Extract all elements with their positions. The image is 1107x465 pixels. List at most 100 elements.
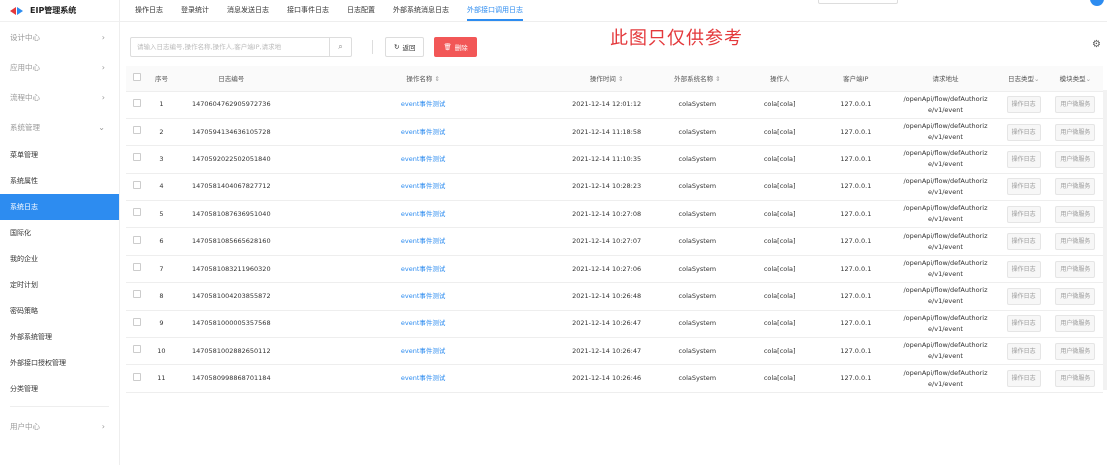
tab-message-log[interactable]: 消息发送日志 xyxy=(218,0,278,21)
cell-index: 1 xyxy=(148,91,174,119)
menu-group-label: 应用中心 xyxy=(10,62,40,72)
sidebar-item-category[interactable]: 分类管理 xyxy=(0,376,119,402)
return-button[interactable]: ↻ 返回 xyxy=(385,37,425,57)
row-checkbox[interactable] xyxy=(133,290,142,299)
cell-op-time: 2021-12-14 10:26:47 xyxy=(557,310,656,339)
table-row[interactable]: 8 1470581004203855872 event事件测试 2021-12-14 … xyxy=(126,282,1103,311)
table-row[interactable]: 4 1470581404067827712 event事件测试 2021-12-14 … xyxy=(126,173,1103,202)
cell-module-type: 用户微服务 xyxy=(1047,282,1103,311)
op-name-link[interactable]: event事件测试 xyxy=(401,100,446,108)
row-checkbox[interactable] xyxy=(133,345,142,354)
sidebar-item-label: 定时计划 xyxy=(10,281,38,289)
cell-op-name: event事件测试 xyxy=(288,118,558,147)
col-op-name[interactable]: 操作名称 ⇕ xyxy=(288,66,558,92)
op-name-link[interactable]: event事件测试 xyxy=(401,374,446,382)
table-row[interactable]: 1 1470604762905972736 event事件测试 2021-12-14 … xyxy=(126,91,1103,119)
search-icon[interactable]: ⌕ xyxy=(329,38,351,56)
cell-index: 3 xyxy=(148,145,174,174)
cell-module-type: 用户微服务 xyxy=(1047,255,1103,284)
select-all-checkbox[interactable] xyxy=(133,73,142,82)
op-name-link[interactable]: event事件测试 xyxy=(401,319,446,327)
cell-index: 9 xyxy=(148,310,174,339)
cell-ext-name: colaSystem xyxy=(655,91,740,119)
row-checkbox[interactable] xyxy=(133,153,142,162)
sidebar-item-i18n[interactable]: 国际化 xyxy=(0,220,119,246)
module-type-tag: 用户微服务 xyxy=(1055,370,1096,388)
cell-operator: cola[cola] xyxy=(739,337,821,366)
col-op-time[interactable]: 操作时间 ⇕ xyxy=(557,66,656,92)
sidebar-item-external-system[interactable]: 外部系统管理 xyxy=(0,324,119,350)
cell-op-time: 2021-12-14 10:27:08 xyxy=(557,200,656,229)
table-row[interactable]: 6 1470581085665628160 event事件测试 2021-12-14 … xyxy=(126,227,1103,256)
table-row[interactable]: 10 1470581002882650112 event事件测试 2021-12-14… xyxy=(126,337,1103,366)
cell-log-type: 操作日志 xyxy=(999,337,1048,366)
row-checkbox[interactable] xyxy=(133,180,142,189)
scrollbar[interactable] xyxy=(1103,90,1107,390)
op-name-link[interactable]: event事件测试 xyxy=(401,155,446,163)
op-name-link[interactable]: event事件测试 xyxy=(401,237,446,245)
sidebar-item-external-auth[interactable]: 外部接口授权管理 xyxy=(0,350,119,376)
col-module-type[interactable]: 模块类型⌄ xyxy=(1047,66,1103,92)
op-name-link[interactable]: event事件测试 xyxy=(401,292,446,300)
url-line-1: /openApi/flow/defAuthoriz xyxy=(903,176,988,185)
tab-event-log[interactable]: 接口事件日志 xyxy=(278,0,338,21)
sidebar-item-password-policy[interactable]: 密码策略 xyxy=(0,298,119,324)
cell-log-type: 操作日志 xyxy=(999,255,1048,284)
cell-operator: cola[cola] xyxy=(739,282,821,311)
row-checkbox[interactable] xyxy=(133,235,142,244)
cell-operator: cola[cola] xyxy=(739,118,821,147)
table-row[interactable]: 3 1470592022502051840 event事件测试 2021-12-14 … xyxy=(126,145,1103,174)
table-row[interactable]: 11 1470580998868701184 event事件测试 2021-12-14… xyxy=(126,364,1103,393)
tab-external-api-log[interactable]: 外部接口调用日志 xyxy=(458,0,532,21)
tab-external-message-log[interactable]: 外部系统消息日志 xyxy=(384,0,458,21)
row-checkbox[interactable] xyxy=(133,372,142,381)
row-checkbox[interactable] xyxy=(133,126,142,135)
cell-log-id: 1470581085665628160 xyxy=(173,227,289,256)
log-type-tag: 操作日志 xyxy=(1006,205,1041,223)
op-name-link[interactable]: event事件测试 xyxy=(401,347,446,355)
row-checkbox[interactable] xyxy=(133,263,142,272)
search-input[interactable] xyxy=(131,38,329,56)
tab-log-config[interactable]: 日志配置 xyxy=(338,0,384,21)
op-name-link[interactable]: event事件测试 xyxy=(401,210,446,218)
table-row[interactable]: 2 1470594134636105728 event事件测试 2021-12-14 … xyxy=(126,118,1103,147)
row-checkbox[interactable] xyxy=(133,317,142,326)
module-type-tag: 用户微服务 xyxy=(1055,287,1096,305)
menu-group-design[interactable]: 设计中心 › xyxy=(0,22,119,52)
menu-group-app[interactable]: 应用中心 › xyxy=(0,52,119,82)
cell-op-name: event事件测试 xyxy=(288,337,558,366)
row-select-cell xyxy=(126,173,149,202)
cell-log-type: 操作日志 xyxy=(999,118,1048,147)
module-type-tag: 用户微服务 xyxy=(1055,260,1096,278)
table-row[interactable]: 9 1470581000005357568 event事件测试 2021-12-14 … xyxy=(126,310,1103,339)
menu-group-user[interactable]: 用户中心 › xyxy=(0,411,119,441)
row-checkbox[interactable] xyxy=(133,208,142,217)
col-ext-name[interactable]: 外部系统名称 ⇕ xyxy=(655,66,740,92)
sidebar-item-schedule[interactable]: 定时计划 xyxy=(0,272,119,298)
op-name-link[interactable]: event事件测试 xyxy=(401,128,446,136)
menu-group-system[interactable]: 系统管理 ⌄ xyxy=(0,112,119,142)
delete-button[interactable]: 🗑 删除 xyxy=(434,37,477,57)
tab-operation-log[interactable]: 操作日志 xyxy=(126,0,172,21)
module-type-tag: 用户微服务 xyxy=(1055,123,1096,141)
col-log-type[interactable]: 日志类型⌄ xyxy=(999,66,1048,92)
table-row[interactable]: 5 1470581087636951040 event事件测试 2021-12-14 … xyxy=(126,200,1103,229)
sidebar-item-menu[interactable]: 菜单管理 xyxy=(0,142,119,168)
cell-op-name: event事件测试 xyxy=(288,200,558,229)
app-logo: EIP管理系统 xyxy=(0,0,119,22)
cell-log-type: 操作日志 xyxy=(999,310,1048,339)
top-search-field[interactable] xyxy=(818,0,898,4)
sidebar-item-system-properties[interactable]: 系统属性 xyxy=(0,168,119,194)
table-row[interactable]: 7 1470581083211960320 event事件测试 2021-12-14 … xyxy=(126,255,1103,284)
sort-icon: ⇕ xyxy=(617,75,624,84)
cell-request-url: /openApi/flow/defAuthoriz e/v1/event xyxy=(891,200,1000,229)
menu-group-flow[interactable]: 流程中心 › xyxy=(0,82,119,112)
op-name-link[interactable]: event事件测试 xyxy=(401,182,446,190)
row-checkbox[interactable] xyxy=(133,98,142,107)
sidebar-item-my-company[interactable]: 我的企业 xyxy=(0,246,119,272)
sidebar-item-system-log[interactable]: 系统日志 xyxy=(0,194,119,220)
tab-login-stats[interactable]: 登录统计 xyxy=(172,0,218,21)
gear-icon[interactable]: ⚙ xyxy=(1092,39,1101,50)
cell-op-time: 2021-12-14 10:27:06 xyxy=(557,255,656,284)
op-name-link[interactable]: event事件测试 xyxy=(401,265,446,273)
